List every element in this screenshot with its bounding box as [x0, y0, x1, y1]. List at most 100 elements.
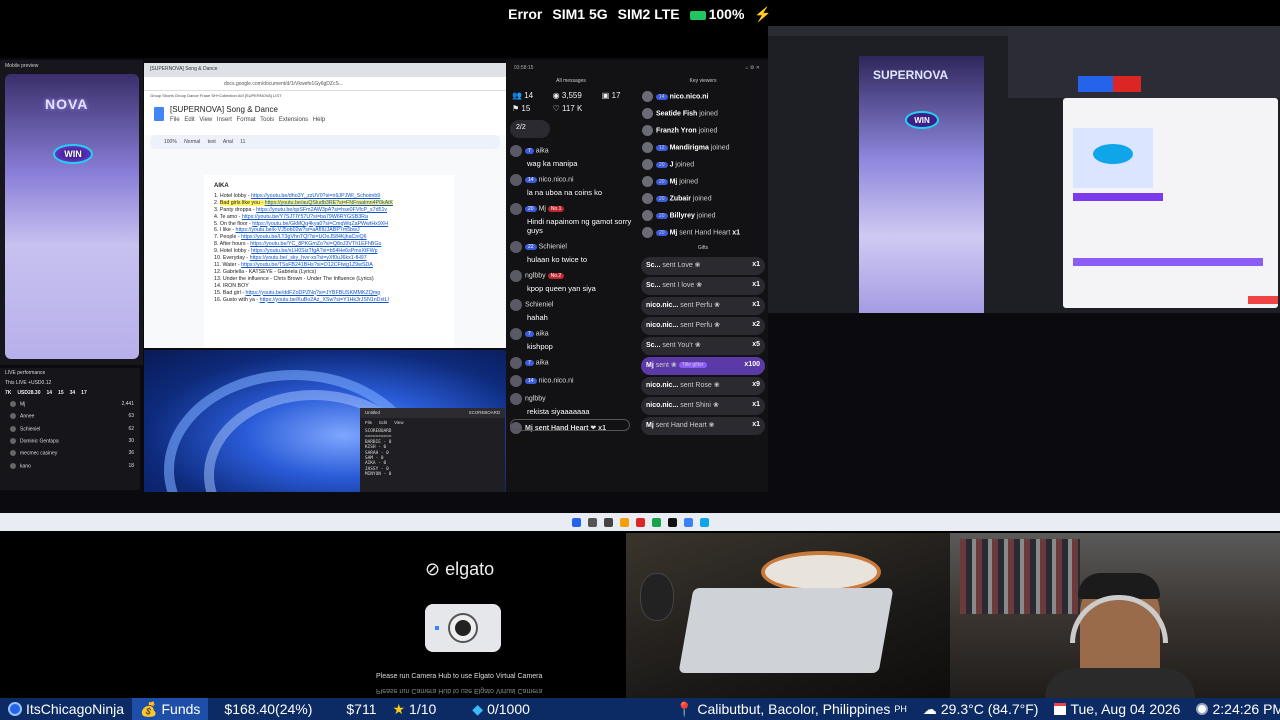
obs-preview[interactable]: SUPERNOVA WIN [859, 56, 984, 313]
key-viewer-item[interactable]: 20 Mj sent Hand Heart x1 [638, 224, 768, 241]
doc-title[interactable]: [SUPERNOVA] Song & Dance [170, 105, 325, 114]
username[interactable]: Schieniel [539, 244, 567, 251]
username[interactable]: aika [536, 148, 549, 155]
line-link[interactable]: https://youtu.be/k-VJ5ob02w?si=aAfIlUJAB… [236, 227, 360, 233]
gift-item[interactable]: x9 nico.nic... sent Rose ❀ [641, 377, 765, 395]
line-link[interactable]: https://youtu.be/LT3gVhnTQI?si=UOoJ584Kj… [241, 234, 366, 240]
line-link[interactable]: https://youtu.be/ddFZoDPZNq?si=JYBFBUSKM… [246, 290, 381, 296]
list-item[interactable]: mecmec casiney 36 [0, 447, 140, 459]
chat-message[interactable]: 7 aika kishpop [506, 325, 636, 354]
gift-item[interactable]: x1 nico.nic... sent Perfu ❀ [641, 297, 765, 315]
chat-message[interactable]: Schieniel hahah [506, 296, 636, 325]
chat-message[interactable]: 22 Schieniel hulaan ko twice to [506, 238, 636, 267]
obs-settings-dialog[interactable] [1063, 98, 1278, 308]
doc-line[interactable]: 5. On the floor - https://youtu.be/GkMQq… [214, 221, 444, 228]
key-viewer-item[interactable]: 20 Zubair joined [638, 190, 768, 207]
doc-line[interactable]: 1. Hotel lobby - https://youtu.be/dho3Y_… [214, 193, 444, 200]
chat-input[interactable] [510, 419, 630, 431]
chat-message[interactable]: 7 aika [506, 354, 636, 372]
key-viewer-item[interactable]: Franzh Yron joined [638, 122, 768, 139]
doc-line[interactable]: 7. People - https://youtu.be/LT3gVhnTQI?… [214, 234, 444, 241]
list-item[interactable]: Dominic Gentapa 30 [0, 435, 140, 447]
username[interactable]: Schieniel [525, 302, 553, 309]
list-item[interactable]: Schieniel 62 [0, 423, 140, 435]
key-viewer-item[interactable]: 20 Billyrey joined [638, 207, 768, 224]
doc-toolbar[interactable]: 100% Normal text Arial 11 [150, 135, 500, 149]
doc-menu[interactable]: File Edit View Insert Format Tools Exten… [170, 117, 325, 123]
doc-line[interactable]: 14. IRON BOY [214, 283, 444, 290]
key-viewer-item[interactable]: 12 Mandirigma joined [638, 139, 768, 156]
stat-d: 17 [81, 390, 87, 396]
search-icon[interactable] [587, 517, 597, 527]
key-viewer-item[interactable]: 20 J joined [638, 156, 768, 173]
gift-item[interactable]: x1 nico.nic... sent Shini ❀ [641, 397, 765, 415]
chat-message[interactable]: nglbby No.2 kpop queen yan siya [506, 267, 636, 296]
obs-icon[interactable] [667, 517, 677, 527]
line-link[interactable]: https://youtu.be/dho3Y_zzUV0?si=n9JPJWI_… [251, 193, 380, 199]
key-viewer-item[interactable]: Seatide Fish joined [638, 105, 768, 122]
doc-line[interactable]: 6. I like - https://youtu.be/k-VJ5ob02w?… [214, 227, 444, 234]
key-viewer-item[interactable]: 14 nico.nico.ni [638, 88, 768, 105]
line-link[interactable]: https://youtu.be/qsSFm2AW3pA?si=hse0FVfc… [256, 207, 387, 213]
username[interactable]: Mj [539, 206, 546, 213]
username[interactable]: aika [536, 360, 549, 367]
username[interactable]: nglbby [525, 273, 546, 280]
doc-line[interactable]: 8. After hours - https://youtu.be/YC_8PK… [214, 241, 444, 248]
doc-line[interactable]: 10. Everyday - https://youtu.be/_sky_hvv… [214, 255, 444, 262]
line-link[interactable]: https://youtu.be/YC_8PKGmZo?si=Q8oJ3VTh1… [250, 241, 381, 247]
notepad-window[interactable]: Untitled SCOREBOARD File Edit View SCOREB… [360, 408, 505, 492]
line-link[interactable]: https://youtu.be/KuBo2Az_XSw?si=Y1Hk3rJS… [260, 297, 389, 303]
list-item[interactable]: kano 18 [0, 460, 140, 472]
chat-controls-icon[interactable]: ⌂ ⚙ ✕ [746, 65, 760, 73]
doc-line[interactable]: 13. Under the influence - Chris Brown - … [214, 276, 444, 283]
chat-message[interactable]: nglbby rekista siyaaaaaaa [506, 390, 636, 419]
doc-page[interactable]: AIKA 1. Hotel lobby - https://youtu.be/d… [204, 175, 454, 348]
line-link[interactable]: https://youtu.be/xLH0SizTfgA?si=b54He6sP… [251, 248, 377, 254]
gift-item[interactable]: x5 Sc... sent You'r ❀ [641, 337, 765, 355]
doc-line[interactable]: 16. Gusto with ya - https://youtu.be/KuB… [214, 297, 444, 304]
line-link[interactable]: https://youtu.be/GkMQq4kya0?si=CmqWqZaPW… [252, 221, 388, 227]
line-link[interactable]: https://youtu.be/_sky_hvv-xs?si=yXf0uJ6k… [250, 255, 367, 261]
browser-tab[interactable]: [SUPERNOVA] Song & Dance [144, 63, 506, 77]
line-link[interactable]: https://youtu.be/Y7SJTIY57U?si=ba79W6RYG… [242, 214, 368, 220]
chat-message[interactable]: 20 Mj No.1 Hindi napainom ng gamot sorry g… [506, 200, 636, 238]
key-viewer-item[interactable]: 20 Mj joined [638, 173, 768, 190]
edge-icon[interactable] [699, 517, 709, 527]
line-link[interactable]: https://youtu.be/auQSludb3RE?si=FNFraalm… [264, 199, 393, 206]
gift-item[interactable]: x100 Mj sent ❀ Title gifter [641, 357, 765, 375]
list-item[interactable]: Mj 2,441 [0, 398, 140, 410]
start-icon[interactable] [571, 517, 581, 527]
app-icon[interactable] [635, 517, 645, 527]
task-view-icon[interactable] [603, 517, 613, 527]
folder-icon[interactable] [619, 517, 629, 527]
doc-line[interactable]: 15. Bad girl - https://youtu.be/ddFZoDPZ… [214, 290, 444, 297]
notepad-menu[interactable]: File Edit View [360, 418, 505, 427]
doc-line[interactable]: 11. Water - https://youtu.be/TSsFB241BHs… [214, 262, 444, 269]
chrome-icon[interactable] [683, 517, 693, 527]
username[interactable]: nico.nico.ni [539, 177, 574, 184]
bookmarks-bar[interactable]: Group Shorts Group Dance Fraue SH+Collec… [144, 91, 506, 101]
queue-chip[interactable]: 2/2 [510, 120, 550, 138]
gift-item[interactable]: x1 Sc... sent Love ❀ [641, 257, 765, 275]
doc-line[interactable]: 12. Gabriella - KATSEYE - Gabriela (Lyri… [214, 269, 444, 276]
username[interactable]: aika [536, 331, 549, 338]
doc-line[interactable]: 3. Panty droppa - https://youtu.be/qsSFm… [214, 207, 444, 214]
avatar [642, 227, 653, 238]
address-bar[interactable]: docs.google.com/document/d/1rVkwefo1Gy6g… [144, 77, 506, 91]
doc-line[interactable]: 4. Te amo - https://youtu.be/Y7SJTIY57U?… [214, 214, 444, 221]
gift-item[interactable]: x2 nico.nic... sent Perfu ❀ [641, 317, 765, 335]
username[interactable]: nico.nico.ni [539, 378, 574, 385]
chat-message[interactable]: 14 nico.nico.ni [506, 372, 636, 390]
line-link[interactable]: https://youtu.be/TSsFB241BHs?si=O12CFtwg… [241, 262, 373, 268]
list-item[interactable]: Annee 63 [0, 410, 140, 422]
notepad-tab[interactable]: SCOREBOARD [469, 410, 500, 416]
notepad-text[interactable]: SCOREBOARD ========== BARBIE - 0 KISH - … [360, 427, 505, 480]
doc-line[interactable]: 9. Hotel lobby - https://youtu.be/xLH0Si… [214, 248, 444, 255]
xbox-icon[interactable] [651, 517, 661, 527]
chat-message[interactable]: 7 aika wag ka manipa [506, 142, 636, 171]
gift-item[interactable]: x1 Sc... sent I love ❀ [641, 277, 765, 295]
gift-item[interactable]: x1 Mj sent Hand Heart ❀ [641, 417, 765, 435]
username[interactable]: nglbby [525, 396, 546, 403]
doc-line[interactable]: 2. Bad girls like you - https://youtu.be… [214, 199, 444, 207]
chat-message[interactable]: 14 nico.nico.ni la na uboa na coins ko [506, 171, 636, 200]
